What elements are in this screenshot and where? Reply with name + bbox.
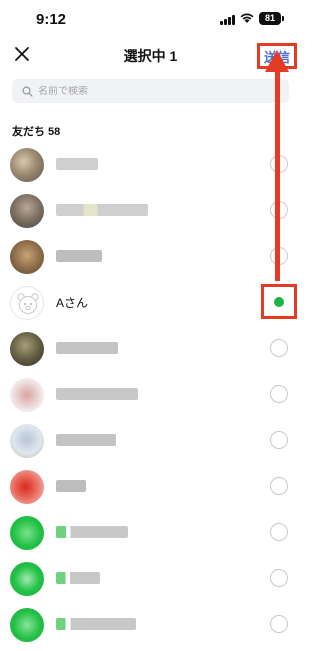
friend-name-blurred (56, 434, 116, 446)
friend-row-selected[interactable]: Aさん (0, 280, 301, 326)
battery-indicator: 81 (259, 12, 281, 25)
avatar (10, 378, 44, 412)
friend-row[interactable] (0, 234, 301, 280)
select-radio[interactable] (270, 523, 288, 541)
friends-section-header: 友だち 58 (12, 126, 61, 138)
friend-name: Aさん (56, 296, 89, 310)
avatar (10, 332, 44, 366)
wifi-icon (240, 13, 254, 23)
page-title: 選択中 1 (123, 48, 178, 64)
select-radio[interactable] (270, 385, 288, 403)
select-radio[interactable] (270, 569, 288, 587)
status-bar: 9:12 81 (0, 0, 301, 40)
friend-name-blurred (56, 388, 138, 400)
friend-row[interactable] (0, 602, 301, 648)
friend-name-blurred (56, 342, 118, 354)
friend-row[interactable] (0, 372, 301, 418)
select-radio[interactable] (270, 477, 288, 495)
search-input[interactable] (38, 85, 258, 97)
select-radio-checked[interactable] (270, 293, 288, 311)
bear-icon (17, 293, 39, 314)
search-icon (22, 85, 33, 97)
avatar (10, 608, 44, 642)
avatar (10, 286, 44, 320)
friend-name-blurred (56, 250, 102, 262)
avatar (10, 424, 44, 458)
search-bar[interactable] (12, 79, 289, 103)
friend-row[interactable] (0, 510, 301, 556)
friend-row[interactable] (0, 142, 301, 188)
friend-name-blurred (56, 158, 98, 170)
friend-name-blurred (56, 204, 148, 216)
avatar (10, 562, 44, 596)
annotation-arrow-head (265, 50, 289, 72)
friend-row[interactable] (0, 556, 301, 602)
friend-row[interactable] (0, 188, 301, 234)
battery-tip (282, 16, 284, 21)
select-radio[interactable] (270, 339, 288, 357)
avatar (10, 516, 44, 550)
annotation-arrow-line (275, 64, 280, 281)
friend-row[interactable] (0, 464, 301, 510)
select-radio[interactable] (270, 431, 288, 449)
status-time: 9:12 (36, 11, 67, 28)
avatar (10, 194, 44, 228)
friend-row[interactable] (0, 418, 301, 464)
friend-name-blurred (56, 526, 128, 538)
select-radio[interactable] (270, 615, 288, 633)
avatar (10, 470, 44, 504)
header: 選択中 1 送信 (0, 40, 301, 70)
avatar (10, 240, 44, 274)
friend-name-blurred (56, 572, 100, 584)
friend-name-blurred (56, 618, 136, 630)
avatar (10, 148, 44, 182)
friend-row[interactable] (0, 326, 301, 372)
friend-name-blurred (56, 480, 86, 492)
